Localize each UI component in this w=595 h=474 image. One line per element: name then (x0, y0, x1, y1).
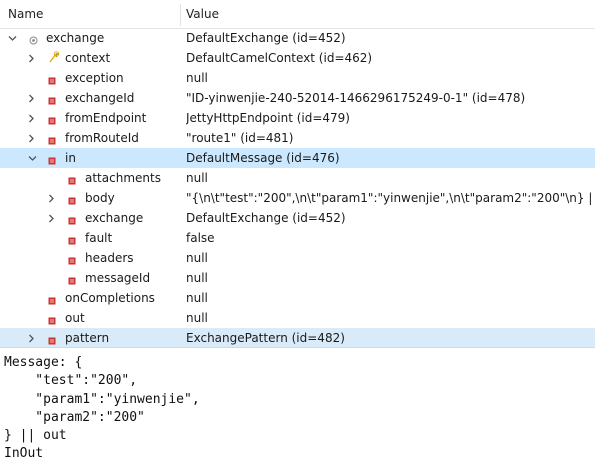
variable-value: null (186, 71, 208, 85)
chevron-right-icon[interactable] (28, 114, 35, 123)
private-field-icon (68, 214, 76, 225)
tree-row-messageid[interactable]: messageId null (0, 268, 595, 288)
variable-value: ExchangePattern (id=482) (186, 331, 345, 345)
variable-name: exchange (46, 31, 105, 45)
tree-row-fromendpoint[interactable]: fromEndpoint JettyHttpEndpoint (id=479) (0, 108, 595, 128)
tree-row-fault[interactable]: fault false (0, 228, 595, 248)
variables-table-header: Name Value (0, 0, 595, 29)
private-field-icon (48, 114, 56, 125)
variable-value: "route1" (id=481) (186, 131, 294, 145)
variable-name: messageId (85, 271, 151, 285)
chevron-right-icon[interactable] (48, 214, 55, 223)
detail-line: Message: { (4, 355, 83, 370)
tree-row-context[interactable]: Fcontext DefaultCamelContext (id=462) (0, 48, 595, 68)
private-field-icon (68, 234, 76, 245)
private-field-icon (48, 134, 56, 145)
variable-value: null (186, 171, 208, 185)
variable-name: headers (85, 251, 134, 265)
detail-line: "param2":"200" (4, 409, 145, 425)
detail-pane[interactable]: Message: { "test":"200", "param1":"yinwe… (4, 354, 594, 464)
tree-row-pattern[interactable]: pattern ExchangePattern (id=482) (0, 328, 595, 348)
variable-name: exchange (85, 211, 144, 225)
variables-tree: exchange DefaultExchange (id=452) Fcontext… (0, 28, 595, 348)
variable-name: pattern (65, 331, 110, 345)
private-field-icon (48, 294, 56, 305)
private-field-icon (48, 154, 56, 165)
object-icon (29, 34, 38, 45)
private-field-icon (48, 334, 56, 345)
tree-row-exchangeid[interactable]: exchangeId "ID-yinwenjie-240-52014-146629… (0, 88, 595, 108)
tree-row-headers[interactable]: headers null (0, 248, 595, 268)
detail-line: "param1":"yinwenjie", (4, 391, 200, 407)
variable-value: null (186, 291, 208, 305)
final-field-icon: F (48, 51, 60, 63)
variable-name: out (65, 311, 85, 325)
variable-name: in (65, 151, 76, 165)
chevron-right-icon[interactable] (28, 94, 35, 103)
variable-value: JettyHttpEndpoint (id=479) (186, 111, 350, 125)
tree-row-exchange[interactable]: exchange DefaultExchange (id=452) (0, 28, 595, 48)
svg-text:F: F (56, 53, 59, 59)
variable-value: DefaultExchange (id=452) (186, 31, 346, 45)
chevron-right-icon[interactable] (28, 54, 35, 63)
tree-row-body[interactable]: body "{\n\t"test":"200",\n\t"param1":"yin… (0, 188, 595, 208)
private-field-icon (48, 94, 56, 105)
variable-value: false (186, 231, 215, 245)
variable-value: "{\n\t"test":"200",\n\t"param1":"yinwenj… (186, 191, 593, 205)
tree-row-fromrouteid[interactable]: fromRouteId "route1" (id=481) (0, 128, 595, 148)
chevron-down-icon[interactable] (8, 35, 17, 42)
private-field-icon (48, 74, 56, 85)
private-field-icon (68, 194, 76, 205)
pane-divider[interactable] (0, 347, 595, 348)
variable-name: fault (85, 231, 113, 245)
tree-row-oncompletions[interactable]: onCompletions null (0, 288, 595, 308)
chevron-right-icon[interactable] (28, 334, 35, 343)
detail-line: "test":"200", (4, 373, 138, 389)
column-header-name[interactable]: Name (8, 7, 43, 21)
variable-name: exchangeId (65, 91, 135, 105)
variable-value: null (186, 271, 208, 285)
private-field-icon (48, 314, 56, 325)
private-field-icon (68, 274, 76, 285)
private-field-icon (68, 174, 76, 185)
chevron-right-icon[interactable] (28, 134, 35, 143)
variable-value: DefaultMessage (id=476) (186, 151, 340, 165)
variable-name: attachments (85, 171, 161, 185)
tree-row-exchange[interactable]: exchange DefaultExchange (id=452) (0, 208, 595, 228)
variable-value: DefaultExchange (id=452) (186, 211, 346, 225)
variable-name: body (85, 191, 115, 205)
variable-value: "ID-yinwenjie-240-52014-1466296175249-0-… (186, 91, 526, 105)
chevron-down-icon[interactable] (28, 155, 37, 162)
tree-row-attachments[interactable]: attachments null (0, 168, 595, 188)
detail-line: InOut (4, 446, 44, 462)
variable-value: null (186, 251, 208, 265)
column-header-value[interactable]: Value (186, 7, 219, 21)
detail-line: } || out (4, 428, 67, 444)
variable-name: onCompletions (65, 291, 155, 305)
column-divider[interactable] (180, 4, 181, 26)
chevron-right-icon[interactable] (48, 194, 55, 203)
variable-value: DefaultCamelContext (id=462) (186, 51, 373, 65)
tree-row-out[interactable]: out null (0, 308, 595, 328)
tree-row-exception[interactable]: exception null (0, 68, 595, 88)
tree-row-in[interactable]: in DefaultMessage (id=476) (0, 148, 595, 168)
variable-name: fromEndpoint (65, 111, 147, 125)
variable-name: fromRouteId (65, 131, 139, 145)
variable-name: exception (65, 71, 124, 85)
variable-value: null (186, 311, 208, 325)
variable-name: context (65, 51, 111, 65)
private-field-icon (68, 254, 76, 265)
